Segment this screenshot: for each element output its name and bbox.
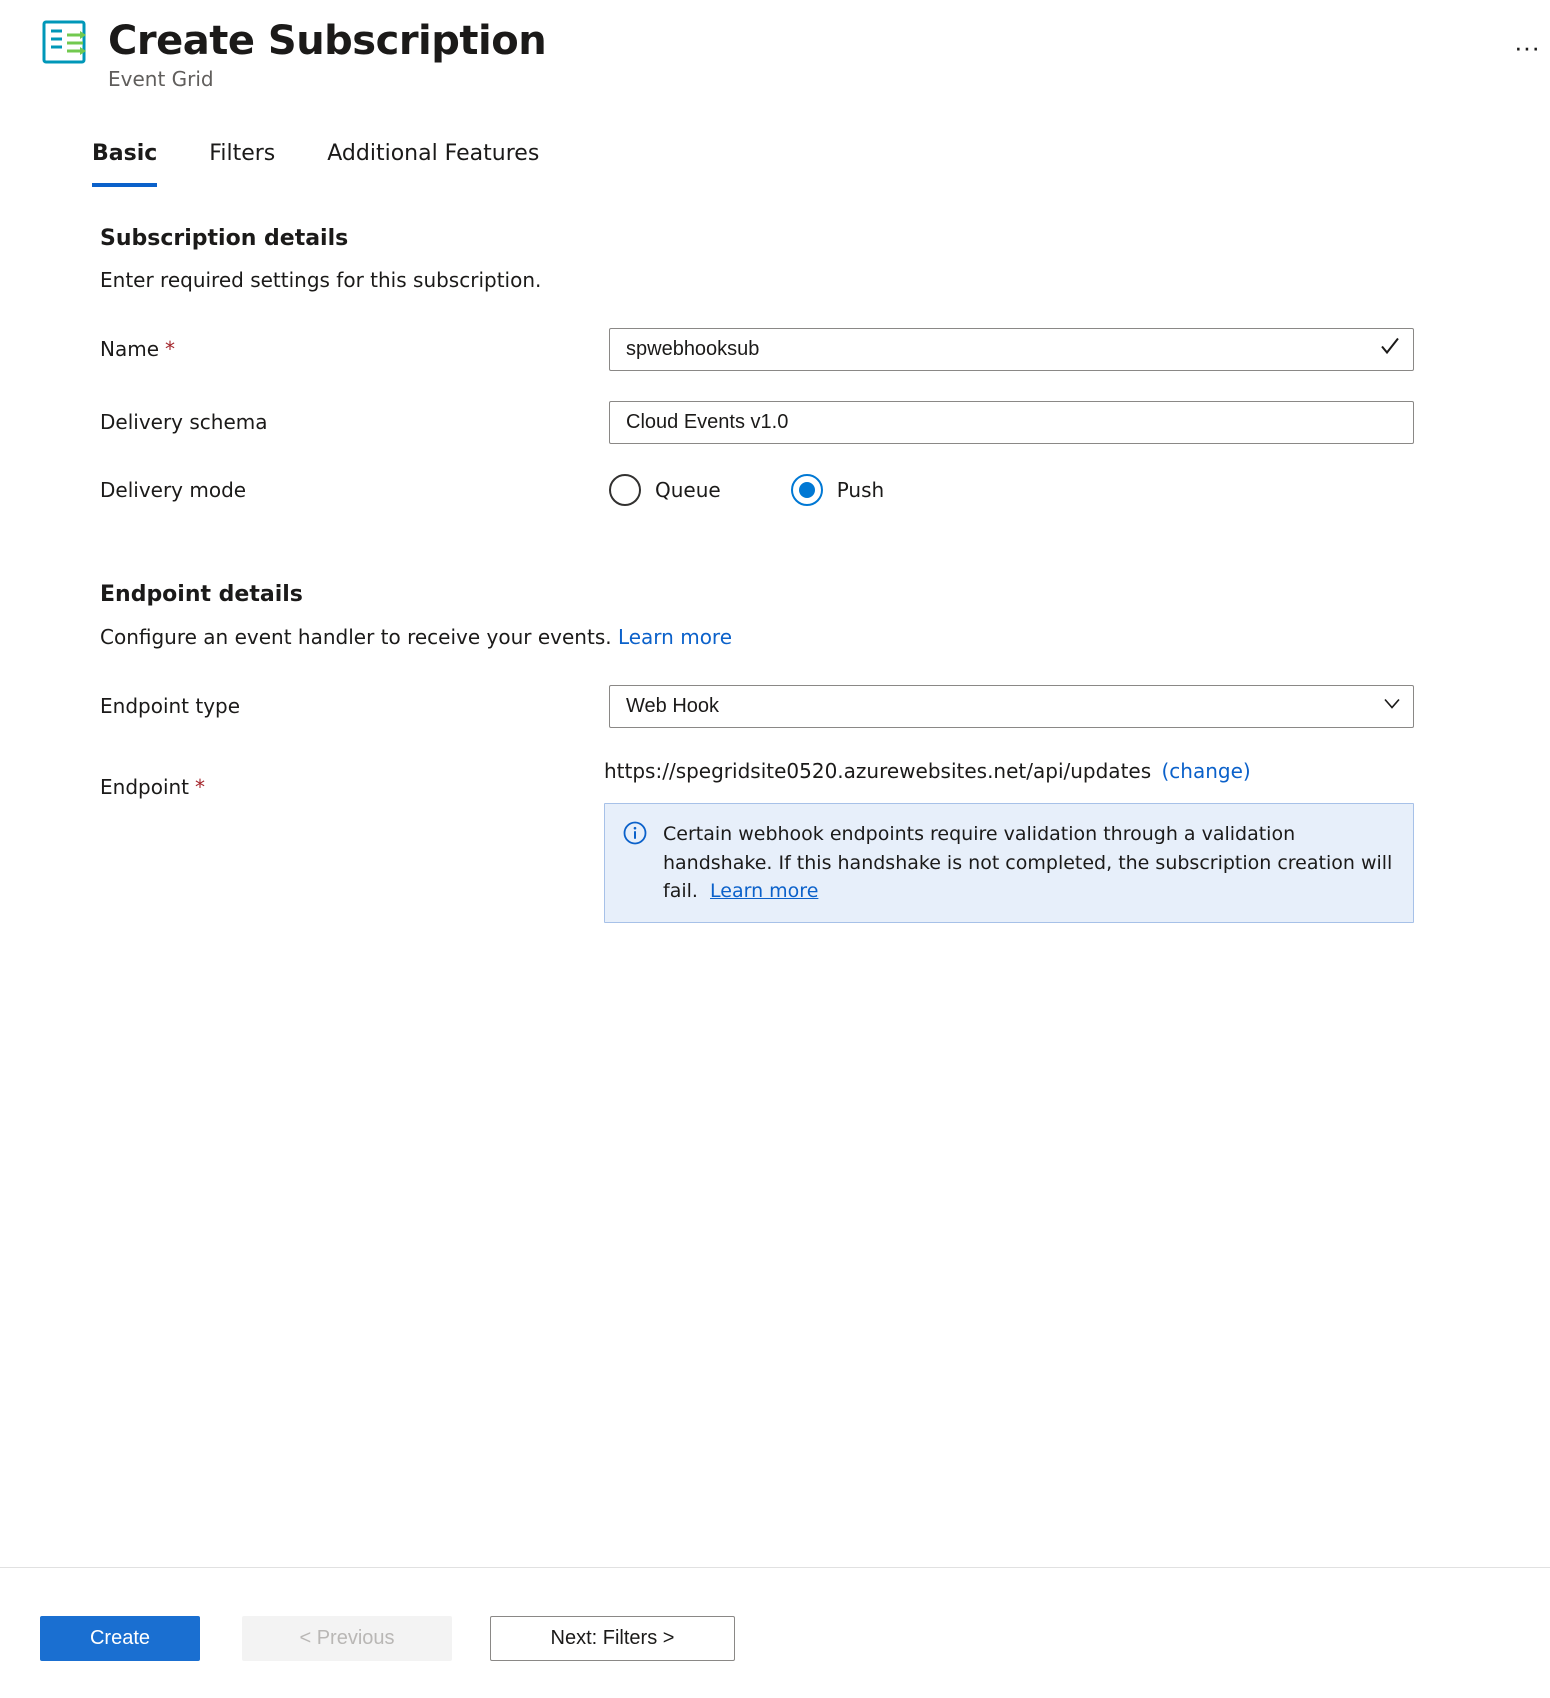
checkmark-icon — [1378, 334, 1402, 365]
info-box: Certain webhook endpoints require valida… — [604, 803, 1414, 923]
name-label: Name* — [100, 336, 609, 363]
section-endpoint-title: Endpoint details — [100, 580, 1414, 610]
info-learn-more-link[interactable]: Learn more — [710, 880, 818, 902]
endpoint-type-label: Endpoint type — [100, 693, 609, 720]
section-endpoint-desc: Configure an event handler to receive yo… — [100, 624, 1414, 651]
page-title: Create Subscription — [108, 14, 1478, 68]
create-button[interactable]: Create — [40, 1616, 200, 1661]
tab-basic[interactable]: Basic — [92, 139, 157, 187]
subscription-icon — [40, 18, 88, 73]
endpoint-change-link[interactable]: (change) — [1162, 759, 1251, 783]
mode-radio-push[interactable]: Push — [791, 474, 884, 506]
radio-icon — [791, 474, 823, 506]
tab-additional-features[interactable]: Additional Features — [327, 139, 539, 187]
schema-input[interactable] — [609, 401, 1414, 444]
footer-separator — [0, 1567, 1550, 1568]
name-input[interactable] — [609, 328, 1414, 371]
info-icon — [623, 821, 647, 852]
endpoint-label: Endpoint* — [100, 758, 604, 801]
mode-radio-queue[interactable]: Queue — [609, 474, 721, 506]
page-subtitle: Event Grid — [108, 66, 1478, 93]
endpoint-value-text: https://spegridsite0520.azurewebsites.ne… — [604, 759, 1151, 783]
mode-label: Delivery mode — [100, 477, 609, 504]
endpoint-learn-more-link[interactable]: Learn more — [618, 625, 732, 649]
section-subscription-desc: Enter required settings for this subscri… — [100, 267, 1414, 294]
schema-label: Delivery schema — [100, 409, 609, 436]
tabs: Basic Filters Additional Features — [92, 139, 1550, 188]
radio-icon — [609, 474, 641, 506]
endpoint-type-select[interactable] — [609, 685, 1414, 728]
chevron-down-icon — [1382, 693, 1402, 720]
previous-button: < Previous — [242, 1616, 452, 1661]
next-button[interactable]: Next: Filters > — [490, 1616, 735, 1661]
more-button[interactable]: ··· — [1504, 32, 1550, 63]
tab-filters[interactable]: Filters — [209, 139, 275, 187]
section-subscription-title: Subscription details — [100, 224, 1414, 254]
